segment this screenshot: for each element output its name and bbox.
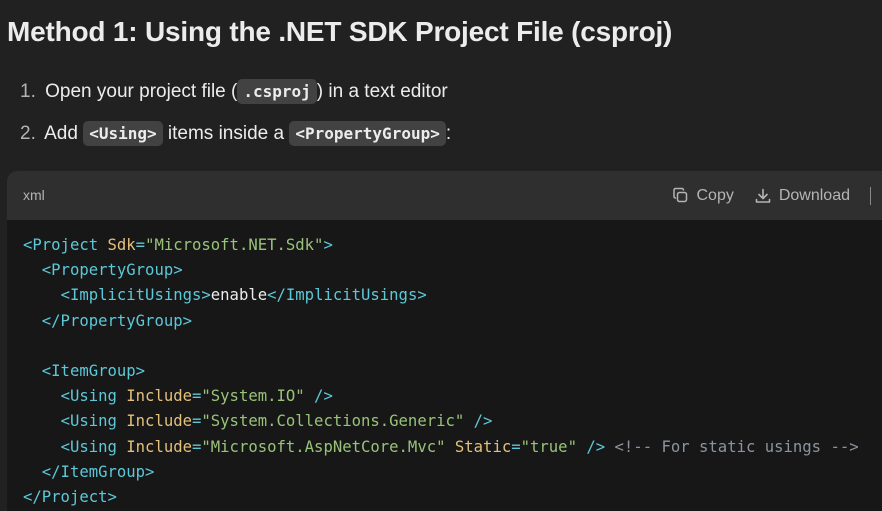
inline-code-using: <Using>: [83, 121, 163, 146]
code-line: </ItemGroup>: [23, 460, 882, 485]
code-token: <Using: [60, 412, 127, 431]
code-token: "true": [520, 437, 577, 456]
code-token: <!-- For static usings -->: [614, 437, 859, 456]
code-line: <PropertyGroup>: [23, 258, 882, 283]
code-line: <ItemGroup>: [23, 359, 882, 384]
code-token: =: [511, 437, 521, 456]
code-token: <Using: [60, 387, 127, 406]
code-token: <ItemGroup>: [41, 361, 146, 380]
code-token: <Project: [23, 236, 108, 254]
code-line: </Project>: [23, 485, 882, 510]
step-2: 2. Add <Using> items inside a <PropertyG…: [20, 119, 451, 149]
code-token: <ImplicitUsings>: [60, 286, 211, 305]
code-block-header: xml Copy Download: [7, 171, 882, 220]
code-line: [23, 334, 882, 359]
code-token: Include: [126, 437, 192, 456]
code-token: >: [323, 236, 333, 254]
step-text: Open your project file (: [45, 81, 238, 102]
code-content: <Project Sdk="Microsoft.NET.Sdk"> <Prope…: [7, 220, 882, 510]
code-line: <ImplicitUsings>enable</ImplicitUsings>: [23, 283, 882, 308]
step-number: 1.: [20, 81, 36, 102]
code-line: <Project Sdk="Microsoft.NET.Sdk">: [23, 233, 882, 258]
step-text: Add: [44, 123, 84, 144]
step-text: :: [445, 123, 452, 144]
code-token: />: [304, 387, 333, 406]
code-line: </PropertyGroup>: [23, 309, 882, 334]
download-button[interactable]: Download: [754, 187, 850, 205]
code-token: </ImplicitUsings>: [267, 286, 427, 305]
copy-button[interactable]: Copy: [672, 186, 734, 205]
code-line: <Using Include="System.IO" />: [23, 384, 882, 409]
code-token: =: [135, 236, 146, 254]
inline-code-propertygroup: <PropertyGroup>: [289, 121, 446, 146]
code-line: <Using Include="Microsoft.AspNetCore.Mvc…: [23, 435, 882, 460]
step-text: ) in a text editor: [316, 81, 448, 102]
code-token: Sdk: [107, 236, 136, 254]
code-token: Static: [454, 437, 512, 456]
code-token: =: [192, 437, 202, 456]
code-token: />: [464, 412, 493, 431]
toolbar-divider: [870, 186, 871, 205]
code-token: Include: [126, 387, 192, 406]
download-icon: [754, 187, 772, 205]
inline-code-csproj: .csproj: [237, 79, 317, 104]
step-number: 2.: [20, 123, 36, 144]
code-token: </ItemGroup>: [41, 462, 155, 481]
step-text: items inside a: [162, 123, 290, 144]
code-token: <Using: [60, 437, 127, 456]
copy-icon: [672, 187, 689, 204]
code-token: </Project>: [23, 487, 117, 506]
download-label: Download: [778, 186, 850, 204]
code-language-label: xml: [23, 187, 45, 203]
page-heading: Method 1: Using the .NET SDK Project Fil…: [7, 16, 673, 47]
copy-label: Copy: [696, 186, 734, 204]
code-token: "System.Collections.Generic": [201, 412, 465, 431]
code-block: xml Copy Download <Project Sdk="Microsof…: [7, 171, 882, 511]
code-token: />: [576, 437, 606, 456]
steps-list: 1. Open your project file (.csproj) in a…: [20, 77, 451, 161]
code-token: <PropertyGroup>: [41, 261, 183, 280]
code-token: =: [192, 412, 202, 431]
code-token: "Microsoft.AspNetCore.Mvc": [201, 437, 446, 456]
code-token: "System.IO": [201, 387, 305, 406]
code-token: =: [192, 387, 202, 406]
code-line: <Using Include="System.Collections.Gener…: [23, 409, 882, 434]
code-token: "Microsoft.NET.Sdk": [145, 236, 324, 254]
code-toolbar: Copy Download: [672, 171, 882, 220]
code-token: enable: [210, 286, 268, 305]
step-1: 1. Open your project file (.csproj) in a…: [20, 77, 451, 107]
code-token: </PropertyGroup>: [41, 311, 192, 330]
code-token: Include: [126, 412, 192, 431]
